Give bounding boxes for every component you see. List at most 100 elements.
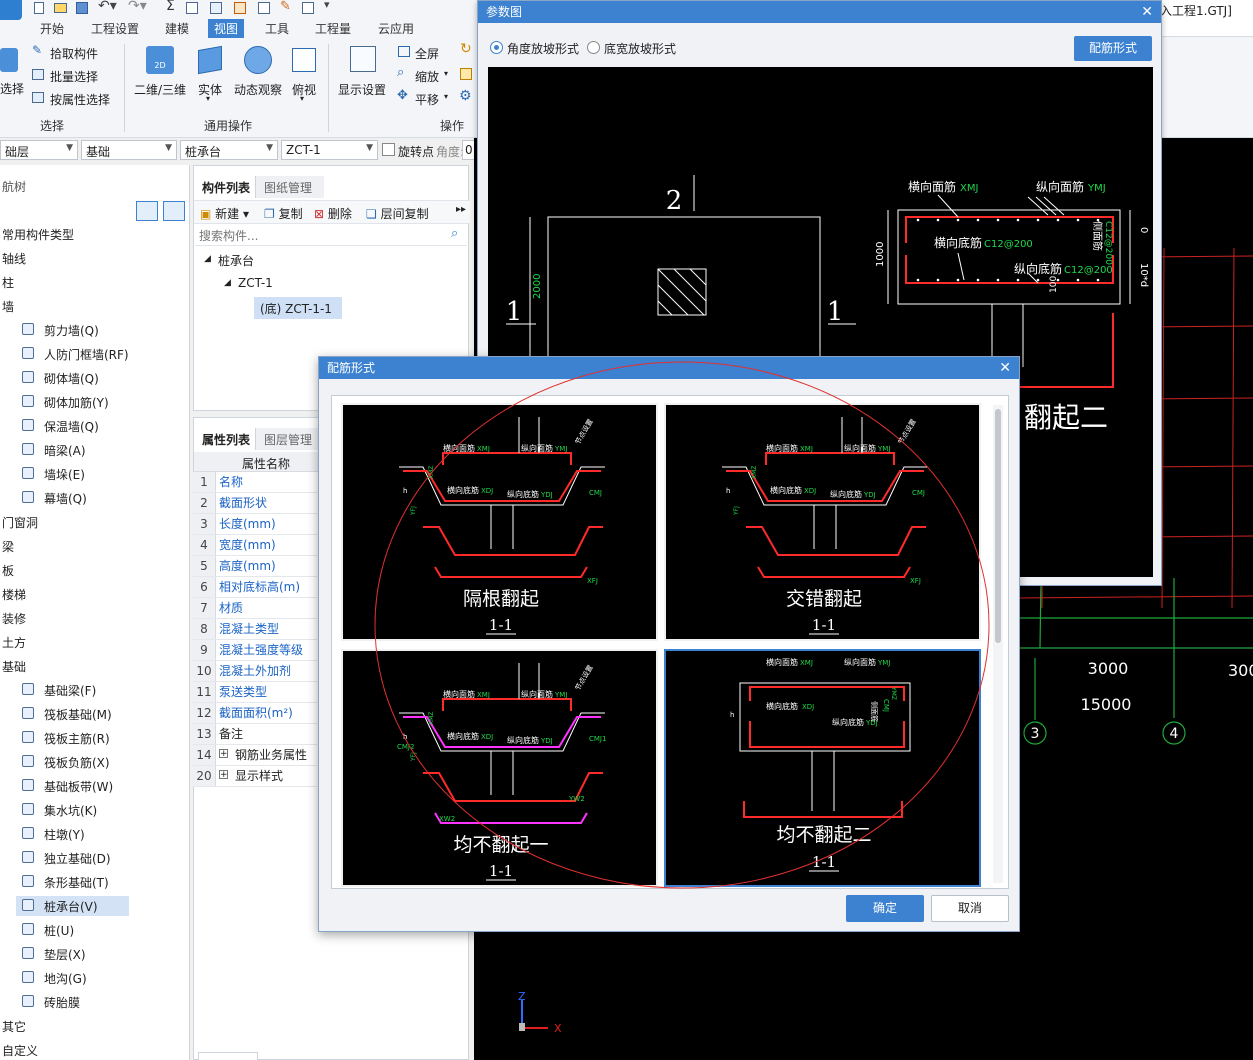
tree-root-label[interactable]: 桩承台 [218, 252, 254, 269]
table-row[interactable]: 7 材质 [193, 598, 317, 619]
nav-tree-item[interactable]: 地沟(G) [0, 968, 129, 988]
tab-view[interactable]: 视图 [208, 19, 245, 38]
nav-tree-item[interactable]: 砖胎膜 [0, 992, 129, 1012]
orbit-button[interactable]: 动态观察 [232, 44, 288, 100]
check-icon[interactable] [234, 2, 246, 14]
nav-tree-item[interactable]: 柱 [0, 272, 188, 292]
rotate-point-checkbox[interactable] [382, 143, 395, 156]
nav-tree-item[interactable]: 暗梁(A) [0, 440, 129, 460]
nav-tree-item[interactable]: 基础 [0, 656, 188, 676]
component-search-input[interactable] [197, 227, 441, 245]
expand-plus-icon[interactable]: + [219, 749, 228, 759]
tab-modeling[interactable]: 建模 [165, 20, 189, 37]
doc-icon[interactable] [258, 2, 270, 14]
table-row[interactable]: 11 泵送类型 [193, 682, 317, 703]
nav-tree-item[interactable]: 砌体加筋(Y) [0, 392, 129, 412]
zoom-button[interactable]: ⌕ 缩放 ▾ [396, 65, 456, 85]
scrollbar-thumb[interactable] [995, 409, 1001, 643]
nav-tree-item[interactable]: 条形基础(T) [0, 872, 129, 892]
expand-plus-icon[interactable]: + [219, 770, 228, 780]
customize-qa-icon[interactable]: ▾ [324, 0, 330, 11]
scrollbar-track[interactable] [993, 405, 1003, 883]
table-row[interactable]: 4 宽度(mm) [193, 535, 317, 556]
calc-icon[interactable] [210, 2, 222, 14]
display-settings-button[interactable]: 显示设置 [336, 44, 390, 100]
settings-gear-icon[interactable]: ⚙ [459, 88, 472, 104]
nav-tree-item[interactable]: 墙 [0, 296, 188, 316]
nav-tree-item[interactable]: 柱墩(Y) [0, 824, 129, 844]
type-select[interactable]: 桩承台 ▼ [180, 140, 278, 160]
app-logo[interactable] [0, 0, 22, 20]
nav-tree-item[interactable]: 常用构件类型 [0, 224, 188, 244]
nav-tree-item[interactable]: 筏板负筋(X) [0, 752, 129, 772]
delete-button[interactable]: ⊠ 删除 [314, 205, 352, 222]
save-icon[interactable] [76, 2, 88, 14]
fullscreen-button[interactable]: 全屏 [396, 44, 456, 62]
tab-drawing-management[interactable]: 图纸管理 [256, 176, 324, 198]
tab-project-settings[interactable]: 工程设置 [91, 20, 139, 37]
select-tool-button[interactable]: 选择 [0, 44, 24, 96]
edit-pen-icon[interactable]: ✎ [280, 0, 291, 14]
floor-copy-button[interactable]: ❏ 层间复制 [366, 205, 429, 222]
refresh-icon[interactable]: ↻ [460, 41, 472, 57]
nav-tree-item[interactable]: 梁 [0, 536, 188, 556]
close-icon[interactable]: ✕ [999, 357, 1011, 379]
tab-properties[interactable]: 属性列表 [194, 428, 256, 450]
radio-angle-slope[interactable] [490, 41, 503, 54]
nav-tree-item[interactable]: 楼梯 [0, 584, 188, 604]
grid-view-icon[interactable] [163, 201, 185, 221]
table-row[interactable]: 13 备注 [193, 724, 317, 745]
nav-tree-item[interactable]: 砌体墙(Q) [0, 368, 129, 388]
table-row[interactable]: 14 + 钢筋业务属性 [193, 745, 317, 766]
tree-expander-icon[interactable]: ◢ [204, 254, 211, 264]
table-row[interactable]: 8 混凝土类型 [193, 619, 317, 640]
table-row[interactable]: 12 截面面积(m²) [193, 703, 317, 724]
tab-cloud[interactable]: 云应用 [378, 20, 414, 37]
open-file-icon[interactable] [54, 3, 67, 13]
table-row[interactable]: 20 + 显示样式 [193, 766, 317, 787]
search-icon[interactable]: ⌕ [451, 226, 458, 241]
nav-tree-item[interactable]: 墙垛(E) [0, 464, 129, 484]
close-icon[interactable]: ✕ [1141, 1, 1153, 23]
nav-tree-item[interactable]: 桩承台(V) [16, 896, 129, 916]
nav-tree-item[interactable]: 筏板主筋(R) [0, 728, 129, 748]
category-select[interactable]: 基础 ▼ [81, 140, 177, 160]
ok-button[interactable]: 确定 [846, 895, 924, 922]
export-icon[interactable] [302, 2, 314, 14]
table-row[interactable]: 9 混凝土强度等级 [193, 640, 317, 661]
nav-tree-item[interactable]: 剪力墙(Q) [0, 320, 129, 340]
report-icon[interactable] [186, 2, 198, 14]
nav-tree-item[interactable]: 门窗洞 [0, 512, 188, 532]
more-tools-icon[interactable]: ▸▸ [456, 204, 466, 215]
pick-component-button[interactable]: ✎ 拾取构件 [30, 43, 120, 62]
tree-child-label[interactable]: ZCT-1 [238, 276, 273, 290]
nav-tree-item[interactable]: 装修 [0, 608, 188, 628]
radio-width-slope[interactable] [587, 41, 600, 54]
nav-tree-item[interactable]: 保温墙(Q) [0, 416, 129, 436]
nav-tree-item[interactable]: 自定义 [0, 1040, 188, 1060]
redo-icon[interactable]: ↷▾ [128, 0, 147, 14]
nav-tree-item[interactable]: 基础板带(W) [0, 776, 129, 796]
batch-select-button[interactable]: 批量选择 [30, 67, 120, 85]
tab-component-list[interactable]: 构件列表 [194, 176, 256, 198]
floor-select[interactable]: 础层 ▼ [0, 140, 78, 160]
copy-button[interactable]: ❐ 复制 [264, 205, 303, 222]
rebar-option-card[interactable]: 横向面筋 XMJ 纵向面筋 YMJ 横向底筋 XDJ 纵向底筋 YDJ CMJ 节点设置 XMZ YF… [341, 403, 658, 641]
table-row[interactable]: 1 名称 [193, 472, 317, 493]
nav-tree-item[interactable]: 筏板基础(M) [0, 704, 129, 724]
table-row[interactable]: 2 截面形状 [193, 493, 317, 514]
solid-view-button[interactable]: 实体 ▾ [194, 44, 230, 104]
nav-tree-item[interactable]: 独立基础(D) [0, 848, 129, 868]
table-row[interactable]: 10 混凝土外加剂 [193, 661, 317, 682]
nav-tree-item[interactable]: 幕墙(Q) [0, 488, 129, 508]
sum-icon[interactable]: Σ [166, 0, 175, 14]
tab-start[interactable]: 开始 [40, 20, 64, 37]
nav-tree-item[interactable]: 土方 [0, 632, 188, 652]
top-view-button[interactable]: 俯视 ▾ [290, 44, 320, 104]
tab-tools[interactable]: 工具 [265, 20, 289, 37]
nav-tree-item[interactable]: 轴线 [0, 248, 188, 268]
nav-tree-item[interactable]: 垫层(X) [0, 944, 129, 964]
table-row[interactable]: 3 长度(mm) [193, 514, 317, 535]
rebar-option-card[interactable]: 横向面筋 XMJ 纵向面筋 YMJ 横向底筋 XDJ 纵向底筋 YDJ CMJ1 节点设置 XMZ Y… [341, 649, 658, 887]
element-select[interactable]: ZCT-1 ▼ [281, 140, 378, 160]
